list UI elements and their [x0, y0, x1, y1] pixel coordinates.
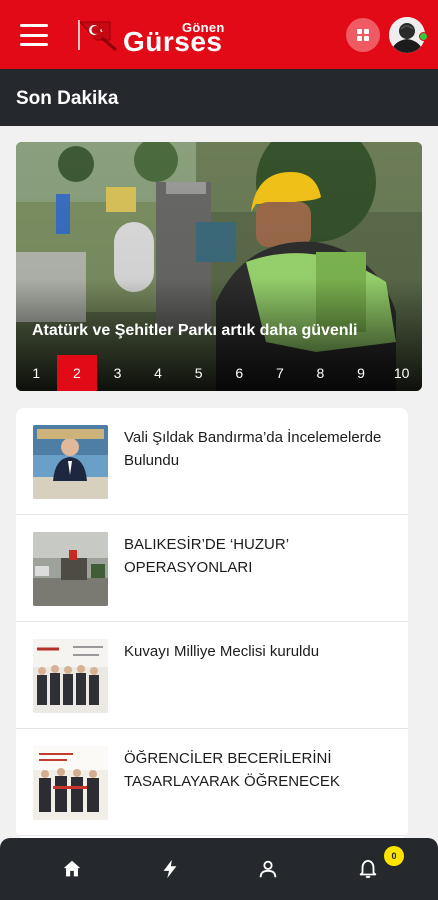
list-item[interactable]: Vali Şıldak Bandırma’da İncelemelerde Bu… [16, 408, 408, 515]
user-icon[interactable] [257, 858, 279, 880]
page-5-button[interactable]: 5 [178, 355, 219, 391]
brand-name: Gürses [123, 26, 223, 57]
online-status-dot [419, 32, 428, 41]
news-thumbnail-image [33, 746, 108, 820]
news-list: Vali Şıldak Bandırma’da İncelemelerde Bu… [16, 408, 408, 838]
section-title: Son Dakika [16, 88, 119, 109]
list-item[interactable]: BALIKESİR’DE ‘HUZUR’ OPERASYONLARI [16, 515, 408, 622]
news-thumbnail-image [33, 532, 108, 606]
brand-logo[interactable]: Gönen Gürses [76, 14, 236, 56]
hamburger-menu-icon[interactable] [20, 24, 48, 46]
bottom-navigation [0, 838, 438, 900]
page-3-button[interactable]: 3 [97, 355, 138, 391]
home-icon[interactable] [61, 858, 83, 880]
page-9-button[interactable]: 9 [341, 355, 382, 391]
slide-headline[interactable]: Atatürk ve Şehitler Parkı artık daha güv… [32, 322, 412, 340]
page-7-button[interactable]: 7 [260, 355, 301, 391]
flash-icon[interactable] [159, 858, 181, 880]
grid-apps-icon [357, 29, 369, 41]
page-6-button[interactable]: 6 [219, 355, 260, 391]
news-thumbnail-image [33, 425, 108, 499]
news-thumbnail [33, 425, 108, 499]
page-8-button[interactable]: 8 [300, 355, 341, 391]
notification-badge: 0 [384, 846, 404, 866]
slider-pagination: 1 2 3 4 5 6 7 8 9 10 [16, 355, 422, 391]
headline-slider[interactable]: Atatürk ve Şehitler Parkı artık daha güv… [16, 142, 422, 391]
news-thumbnail [33, 746, 108, 820]
list-item[interactable]: ÖĞRENCİLER BECERİLERİNİ TASARLAYARAK ÖĞR… [16, 729, 408, 836]
news-headline: Kuvayı Milliye Meclisi kuruldu [124, 643, 320, 660]
bell-icon[interactable] [357, 858, 379, 880]
news-thumbnail [33, 639, 108, 713]
flag-logo-icon [78, 20, 117, 52]
news-thumbnail [33, 532, 108, 606]
page-10-button[interactable]: 10 [381, 355, 422, 391]
news-headline: Vali Şıldak Bandırma’da İncelemelerde Bu… [124, 429, 382, 469]
apps-grid-button[interactable] [346, 18, 380, 52]
page-4-button[interactable]: 4 [138, 355, 179, 391]
news-thumbnail-image [33, 639, 108, 713]
news-headline: ÖĞRENCİLER BECERİLERİNİ TASARLAYARAK ÖĞR… [124, 750, 340, 790]
page-1-button[interactable]: 1 [16, 355, 57, 391]
page-2-button[interactable]: 2 [56, 355, 98, 391]
slider-image [16, 142, 422, 391]
list-item[interactable]: Kuvayı Milliye Meclisi kuruldu [16, 622, 408, 729]
news-headline: BALIKESİR’DE ‘HUZUR’ OPERASYONLARI [124, 536, 289, 576]
